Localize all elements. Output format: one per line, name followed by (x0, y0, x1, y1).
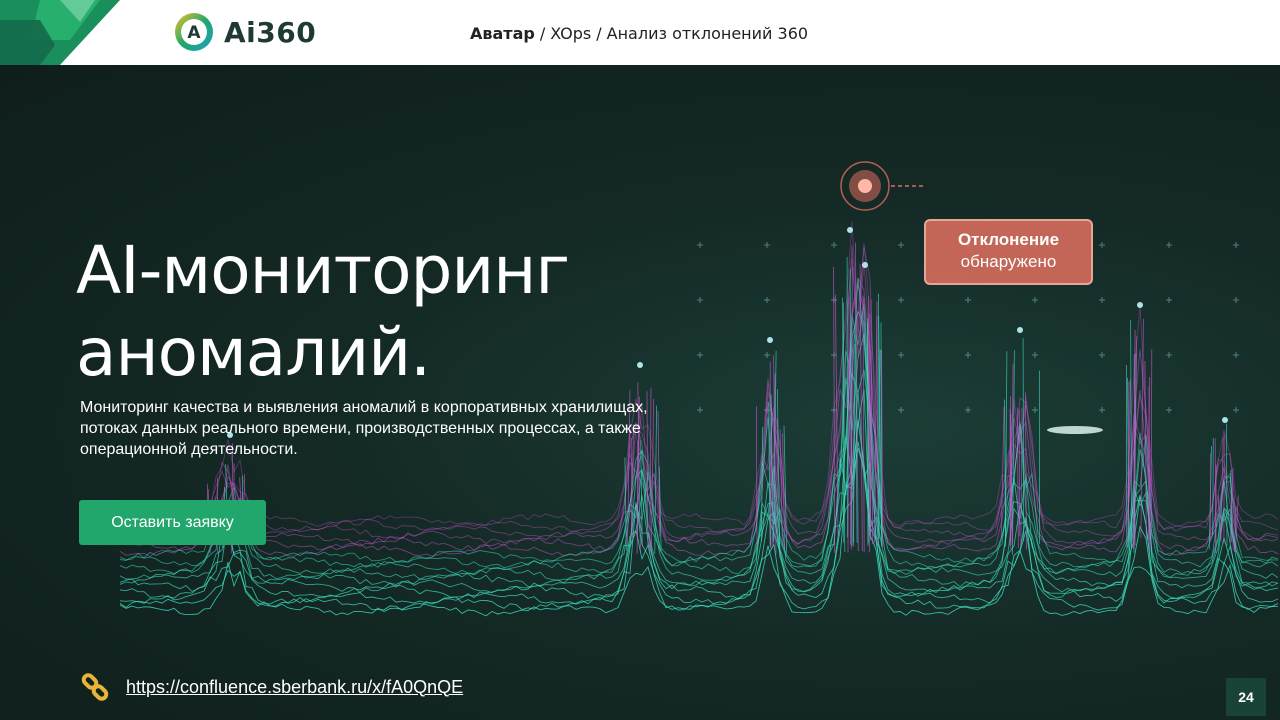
spike-strand (1000, 406, 1005, 540)
grid-cross (898, 242, 904, 248)
spike-strand (833, 267, 836, 553)
submit-request-button[interactable]: Оставить заявку (79, 500, 266, 545)
anomaly-callout: Отклонение обнаружено (924, 219, 1093, 285)
grid-cross (831, 242, 837, 248)
spike-strand (1209, 453, 1212, 541)
grid-cross (1166, 297, 1172, 303)
logo-icon: A (175, 13, 213, 51)
grid-cross (1032, 407, 1038, 413)
breadcrumb-separator: / (596, 24, 602, 43)
wave-line (119, 441, 1279, 606)
hexagon-decoration (0, 0, 120, 65)
grid-cross (965, 407, 971, 413)
grid-cross (1099, 242, 1105, 248)
grid-cross (697, 297, 703, 303)
spike-glow-dot (862, 262, 868, 268)
spike-glow-dot (1222, 417, 1228, 423)
grid-cross (898, 407, 904, 413)
breadcrumb-item-current: Анализ отклонений 360 (606, 24, 809, 43)
spike-strand (1226, 423, 1228, 547)
wave-line (119, 447, 1279, 617)
grid-cross (764, 352, 770, 358)
link-icon (81, 673, 109, 701)
spike-strand (847, 296, 850, 553)
grid-cross (1032, 297, 1038, 303)
spike-strand (870, 299, 872, 538)
hero-title-line-1: AI-мониторинг (76, 232, 570, 309)
top-bar: A Ai360 Аватар / XOps / Анализ отклонений 36… (0, 0, 1280, 65)
spike-glow-dot (847, 227, 853, 233)
grid-cross (1233, 297, 1239, 303)
logo-letter: A (187, 23, 201, 43)
grid-cross (1166, 242, 1172, 248)
hero-subtitle: Мониторинг качества и выявления аномалий… (80, 399, 648, 458)
confluence-link-text[interactable]: https://confluence.sberbank.ru/x/fA0QnQE (126, 677, 463, 698)
grid-cross (764, 297, 770, 303)
grid-cross (898, 297, 904, 303)
breadcrumb-separator: / (539, 24, 546, 43)
callout-text: обнаружено (960, 252, 1057, 271)
confluence-link[interactable]: https://confluence.sberbank.ru/x/fA0QnQE (80, 672, 463, 702)
spike-strand (876, 301, 879, 547)
spike-strand (1212, 438, 1214, 536)
grid-cross (1032, 352, 1038, 358)
grid-cross (1233, 242, 1239, 248)
grid-cross (697, 352, 703, 358)
spike-strand (1235, 495, 1239, 553)
grid-cross (1233, 407, 1239, 413)
breadcrumb-item-xops[interactable]: XOps (550, 24, 591, 43)
breadcrumb-item-avatar[interactable]: Аватар (470, 24, 535, 43)
hero-banner: AI-мониторинг аномалий. Мониторинг качес… (0, 65, 1280, 720)
grid-cross (764, 242, 770, 248)
grid-cross (1099, 352, 1105, 358)
logo-text: Ai360 (224, 15, 317, 49)
spike-strand (846, 256, 848, 538)
hero-title: AI-мониторинг аномалий. (76, 230, 570, 394)
breadcrumb: Аватар / XOps / Анализ отклонений 360 (470, 24, 808, 43)
spike-strand (1022, 338, 1025, 542)
spike-strand (859, 264, 863, 552)
spike-strand (849, 353, 851, 545)
spike-glow-dot (637, 362, 643, 368)
grid-cross (697, 242, 703, 248)
ai360-logo[interactable]: A Ai360 (174, 12, 316, 52)
light-streak (1047, 426, 1103, 434)
grid-cross (697, 407, 703, 413)
hero-title-line-2: аномалий. (76, 314, 431, 391)
spike-glow-dot (1137, 302, 1143, 308)
spike-glow-dot (767, 337, 773, 343)
page-number: 24 (1226, 678, 1266, 716)
grid-cross (1099, 407, 1105, 413)
grid-cross (965, 297, 971, 303)
spike-glow-dot (1017, 327, 1023, 333)
grid-cross (1166, 407, 1172, 413)
grid-cross (1233, 352, 1239, 358)
grid-cross (1099, 297, 1105, 303)
callout-title: Отклонение (957, 230, 1060, 249)
grid-cross (898, 352, 904, 358)
anomaly-marker-dot (858, 179, 872, 193)
grid-cross (965, 352, 971, 358)
grid-cross (1166, 352, 1172, 358)
